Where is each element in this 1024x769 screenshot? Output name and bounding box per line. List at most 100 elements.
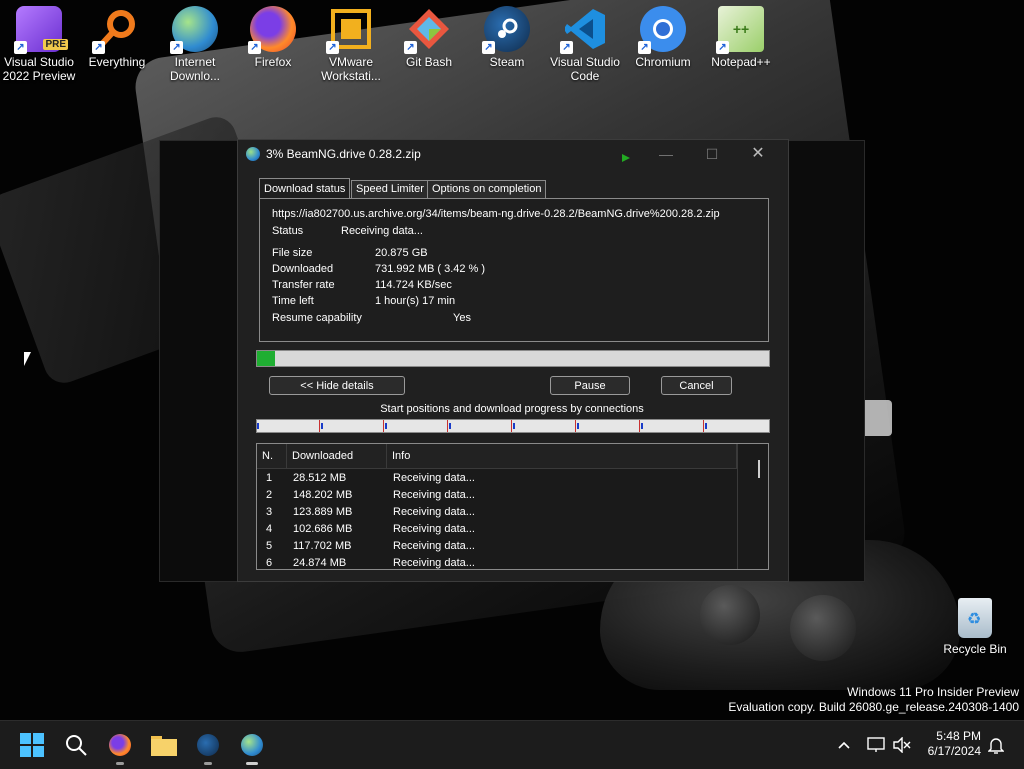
- download-url: https://ia802700.us.archive.org/34/items…: [272, 208, 720, 220]
- chevron-up-icon[interactable]: [832, 731, 856, 759]
- connections-progress-bar: [256, 419, 770, 433]
- column-header-info[interactable]: Info: [387, 444, 737, 468]
- search-icon[interactable]: [62, 731, 90, 759]
- desktop-icon-steam[interactable]: ↗ Steam: [468, 6, 546, 69]
- connections-table[interactable]: N. Downloaded Info 1 28.512 MB Receiving…: [256, 443, 769, 570]
- start-icon[interactable]: [18, 731, 46, 759]
- connection-progress-mark: [385, 423, 387, 429]
- running-indicator: [116, 762, 124, 765]
- shortcut-arrow-icon: ↗: [638, 41, 651, 54]
- desktop-icon-idm[interactable]: ↗ Internet Downlo...: [156, 6, 234, 83]
- everything-search-icon: ↗: [92, 6, 140, 54]
- notification-bell-icon[interactable]: [984, 731, 1008, 759]
- file-explorer-icon[interactable]: [150, 731, 178, 759]
- cell-downloaded: 123.889 MB: [293, 506, 353, 518]
- column-header-downloaded[interactable]: Downloaded: [287, 444, 387, 468]
- shortcut-arrow-icon: ↗: [92, 41, 105, 54]
- connection-start-marker: [447, 420, 448, 432]
- shortcut-arrow-icon: ↗: [404, 41, 417, 54]
- desktop-icon-label: Internet Downlo...: [169, 55, 221, 83]
- field-label: Downloaded: [272, 263, 334, 275]
- desktop-icon-everything[interactable]: ↗ Everything: [78, 6, 156, 69]
- desktop-icon-label: Recycle Bin: [943, 642, 1007, 656]
- shortcut-arrow-icon: ↗: [560, 41, 573, 54]
- field-label: Transfer rate: [272, 279, 335, 291]
- tab-download-status[interactable]: Download status: [259, 178, 351, 199]
- system-clock[interactable]: 5:48 PM 6/17/2024: [928, 729, 981, 759]
- cell-info: Receiving data...: [393, 506, 475, 518]
- table-row[interactable]: 3 123.889 MB Receiving data...: [257, 504, 737, 521]
- clock-date: 6/17/2024: [927, 744, 981, 758]
- cell-number: 2: [266, 489, 273, 501]
- steam-icon[interactable]: [194, 731, 222, 765]
- field-value: 1 hour(s) 17 min: [375, 295, 456, 307]
- desktop-icon-notepadpp[interactable]: ++ ↗ Notepad++: [702, 6, 780, 69]
- field-value: 114.724 KB/sec: [375, 279, 452, 291]
- connection-progress-mark: [641, 423, 643, 429]
- dialog-titlebar[interactable]: 3% BeamNG.drive 0.28.2.zip — ☐ ✕: [238, 140, 788, 168]
- shortcut-arrow-icon: ↗: [482, 41, 495, 54]
- desktop-icon-firefox[interactable]: ↗ Firefox: [234, 6, 312, 69]
- desktop-icon-vscode[interactable]: ↗ Visual Studio Code: [546, 6, 624, 83]
- hide-details-button[interactable]: << Hide details: [269, 376, 405, 395]
- field-value: 20.875 GB: [375, 247, 428, 259]
- cell-info: Receiving data...: [393, 523, 475, 535]
- desktop-icon-chromium[interactable]: ↗ Chromium: [624, 6, 702, 69]
- clock-time: 5:48 PM: [936, 729, 981, 743]
- firefox-icon: ↗: [248, 6, 296, 54]
- recycle-bin-icon: ♻: [958, 598, 992, 638]
- connection-start-marker: [703, 420, 704, 432]
- cell-number: 5: [266, 540, 273, 552]
- cell-downloaded: 148.202 MB: [293, 489, 353, 501]
- connection-progress-mark: [257, 423, 259, 429]
- git-bash-icon: ↗: [404, 6, 452, 54]
- resume-value: Yes: [453, 312, 471, 324]
- desktop-icon-git-bash[interactable]: ↗ Git Bash: [390, 6, 468, 69]
- pause-button[interactable]: Pause: [550, 376, 630, 395]
- desktop-icon-vmware[interactable]: ↗ VMware Workstati...: [312, 6, 390, 83]
- cell-number: 3: [266, 506, 273, 518]
- wallpaper-controller-stick: [790, 595, 856, 661]
- tab-speed-limiter[interactable]: Speed Limiter: [351, 180, 429, 198]
- shortcut-arrow-icon: ↗: [716, 41, 729, 54]
- maximize-icon[interactable]: ☐: [697, 144, 727, 164]
- volume-muted-icon[interactable]: [890, 731, 914, 759]
- cell-info: Receiving data...: [393, 472, 475, 484]
- desktop-icon-label: Git Bash: [405, 55, 453, 69]
- connection-progress-mark: [513, 423, 515, 429]
- cell-number: 6: [266, 557, 273, 569]
- status-value: Receiving data...: [341, 225, 423, 237]
- notepad-plus-plus-icon: ++ ↗: [716, 6, 764, 54]
- cell-number: 4: [266, 523, 273, 535]
- firefox-icon[interactable]: [106, 731, 134, 765]
- table-row[interactable]: 6 24.874 MB Receiving data...: [257, 555, 737, 569]
- dialog-title: 3% BeamNG.drive 0.28.2.zip: [266, 147, 421, 161]
- network-icon[interactable]: [864, 731, 888, 759]
- table-row[interactable]: 5 117.702 MB Receiving data...: [257, 538, 737, 555]
- column-header-number[interactable]: N.: [257, 444, 287, 468]
- table-scrollbar[interactable]: [737, 444, 768, 569]
- running-indicator: [246, 762, 258, 765]
- desktop-icon-visual-studio[interactable]: PRE ↗ Visual Studio 2022 Preview: [0, 6, 78, 83]
- table-header: N. Downloaded Info: [257, 444, 737, 469]
- cancel-button[interactable]: Cancel: [661, 376, 732, 395]
- steam-icon: ↗: [482, 6, 530, 54]
- connection-start-marker: [575, 420, 576, 432]
- field-label: File size: [272, 247, 313, 259]
- desktop-icon-label: Chromium: [635, 55, 691, 69]
- scrollbar-thumb[interactable]: [758, 460, 760, 478]
- cell-number: 1: [266, 472, 273, 484]
- table-row[interactable]: 4 102.686 MB Receiving data...: [257, 521, 737, 538]
- minimize-icon[interactable]: —: [651, 144, 681, 164]
- table-row[interactable]: 1 28.512 MB Receiving data...: [257, 470, 737, 487]
- desktop-icon-recycle-bin[interactable]: ♻ Recycle Bin: [940, 598, 1010, 656]
- internet-download-manager-icon[interactable]: [238, 731, 266, 765]
- windows-watermark: Windows 11 Pro Insider Preview Evaluatio…: [728, 685, 1019, 715]
- desktop-icon-label: Firefox: [254, 55, 292, 69]
- tab-options-on-completion[interactable]: Options on completion: [427, 180, 547, 198]
- cell-downloaded: 102.686 MB: [293, 523, 353, 535]
- shortcut-arrow-icon: ↗: [326, 41, 339, 54]
- table-row[interactable]: 2 148.202 MB Receiving data...: [257, 487, 737, 504]
- download-progress-dialog: 3% BeamNG.drive 0.28.2.zip — ☐ ✕ Downloa…: [237, 139, 789, 582]
- close-icon[interactable]: ✕: [743, 144, 773, 164]
